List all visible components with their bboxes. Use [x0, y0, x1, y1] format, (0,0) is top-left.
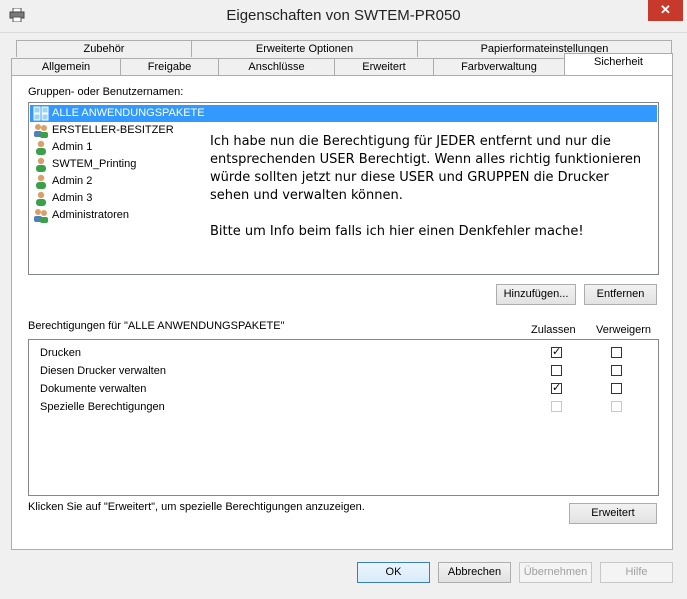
advanced-hint: Klicken Sie auf "Erweitert", um speziell…	[28, 501, 365, 513]
ok-button[interactable]: OK	[357, 562, 430, 583]
list-item-label: Administratoren	[52, 209, 130, 221]
list-item-label: Admin 2	[52, 175, 93, 187]
tab-zubehoer[interactable]: Zubehör	[16, 40, 192, 57]
allow-column-header: Zulassen	[531, 324, 576, 336]
tab-freigabe[interactable]: Freigabe	[120, 58, 219, 75]
allow-checkbox[interactable]: ✓	[551, 383, 562, 394]
deny-checkbox[interactable]	[611, 347, 622, 358]
title-bar: Eigenschaften von SWTEM-PR050 ✕	[0, 0, 687, 33]
permission-row: Diesen Drucker verwalten	[40, 362, 650, 380]
annotation-paragraph: Ich habe nun die Berechtigung für JEDER …	[210, 134, 642, 203]
permission-row: Dokumente verwalten ✓	[40, 380, 650, 398]
list-item-label: Admin 3	[52, 192, 93, 204]
allow-checkbox	[551, 401, 562, 412]
close-button[interactable]: ✕	[648, 0, 683, 21]
package-group-icon	[33, 106, 49, 121]
tab-allgemein[interactable]: Allgemein	[11, 58, 121, 75]
user-icon	[36, 140, 46, 155]
user-icon	[36, 174, 46, 189]
group-icon	[34, 209, 48, 223]
permission-label: Diesen Drucker verwalten	[40, 365, 166, 377]
apply-button[interactable]: Übernehmen	[519, 562, 592, 583]
window-title: Eigenschaften von SWTEM-PR050	[226, 7, 461, 24]
groups-label: Gruppen- oder Benutzernamen:	[28, 86, 184, 98]
tab-farbverwaltung[interactable]: Farbverwaltung	[433, 58, 565, 75]
add-button[interactable]: Hinzufügen...	[496, 284, 576, 305]
list-item-label: ALLE ANWENDUNGSPAKETE	[50, 105, 207, 122]
advanced-button[interactable]: Erweitert	[569, 503, 657, 524]
deny-checkbox	[611, 401, 622, 412]
list-item-label: SWTEM_Printing	[52, 158, 137, 170]
deny-checkbox[interactable]	[611, 365, 622, 376]
deny-column-header: Verweigern	[596, 324, 652, 336]
permission-row: Spezielle Berechtigungen	[40, 398, 650, 416]
list-item-label: Admin 1	[52, 141, 93, 153]
group-icon	[34, 124, 48, 138]
help-button[interactable]: Hilfe	[600, 562, 673, 583]
tab-anschluesse[interactable]: Anschlüsse	[218, 58, 335, 75]
permission-row: Drucken ✓	[40, 344, 650, 362]
annotation-text: Ich habe nun die Berechtigung für JEDER …	[210, 133, 650, 259]
allow-checkbox[interactable]	[551, 365, 562, 376]
permissions-label: Berechtigungen für "ALLE ANWENDUNGSPAKET…	[28, 320, 285, 332]
permission-label: Dokumente verwalten	[40, 383, 147, 395]
permission-label: Drucken	[40, 347, 81, 359]
tab-sicherheit[interactable]: Sicherheit	[564, 53, 673, 75]
cancel-button[interactable]: Abbrechen	[438, 562, 511, 583]
annotation-paragraph: Bitte um Info beim falls ich hier einen …	[210, 224, 584, 239]
allow-checkbox[interactable]: ✓	[551, 347, 562, 358]
close-icon: ✕	[660, 2, 671, 17]
list-item[interactable]: ALLE ANWENDUNGSPAKETE	[30, 105, 657, 122]
remove-button[interactable]: Entfernen	[584, 284, 657, 305]
tab-erweiterte-optionen[interactable]: Erweiterte Optionen	[191, 40, 418, 57]
user-icon	[36, 191, 46, 206]
tab-erweitert[interactable]: Erweitert	[334, 58, 434, 75]
deny-checkbox[interactable]	[611, 383, 622, 394]
permission-label: Spezielle Berechtigungen	[40, 401, 165, 413]
list-item-label: ERSTELLER-BESITZER	[52, 124, 174, 136]
user-icon	[36, 157, 46, 172]
permissions-list: Drucken ✓ Diesen Drucker verwalten Dokum…	[28, 339, 659, 496]
